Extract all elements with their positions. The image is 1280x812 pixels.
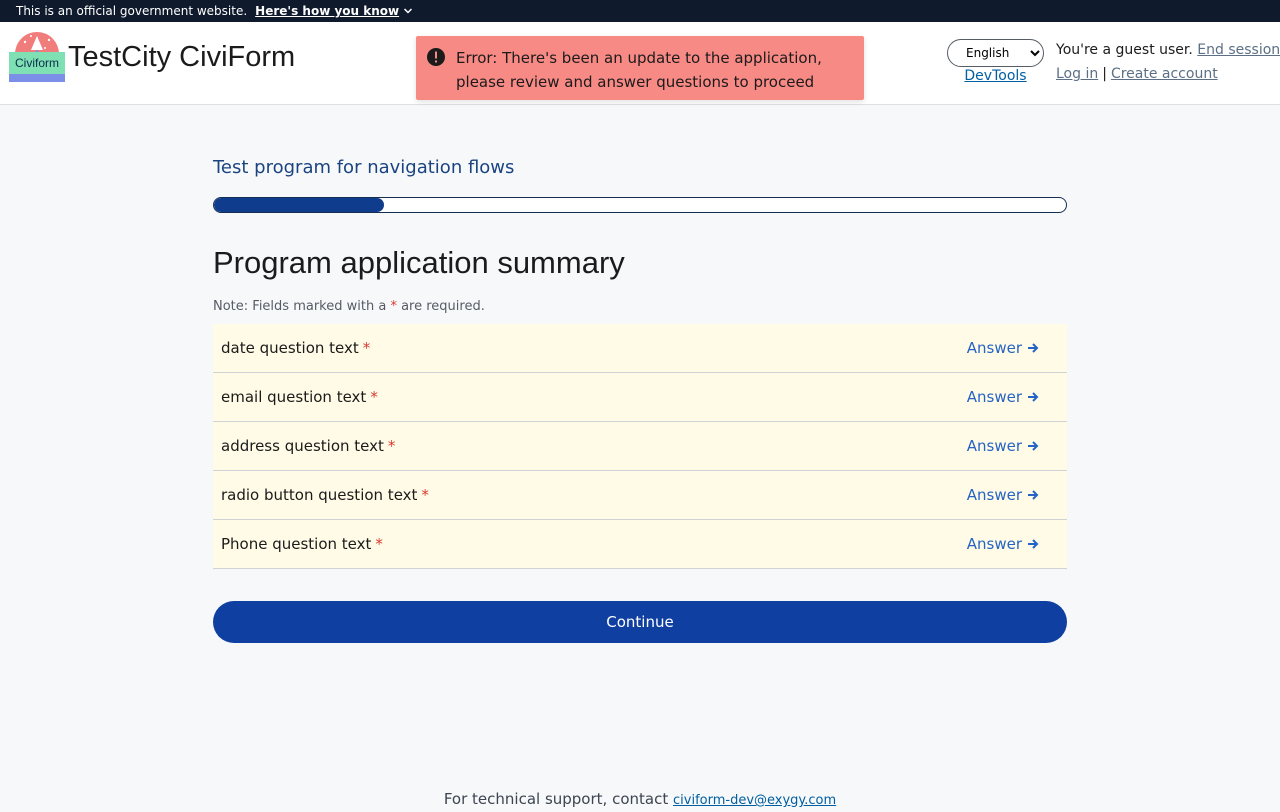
support-text: For technical support, contact — [443, 790, 669, 808]
site-header: Civiform TestCity CiviForm Error: There'… — [0, 22, 1280, 105]
required-note: Note: Fields marked with a * are require… — [213, 299, 1067, 314]
guest-status: You're a guest user. End session — [1056, 42, 1280, 58]
error-message: Error: There's been an update to the app… — [456, 49, 822, 91]
app-title: TestCity CiviForm — [68, 40, 296, 73]
required-asterisk: * — [387, 437, 396, 455]
gov-banner-text: This is an official government website. — [16, 4, 248, 18]
continue-button[interactable]: Continue — [213, 601, 1067, 643]
progress-fill — [214, 198, 385, 212]
question-text: radio button question text * — [221, 486, 429, 504]
arrow-right-icon — [1028, 343, 1039, 353]
question-label: radio button question text — [221, 486, 418, 504]
gov-banner: This is an official government website. … — [0, 0, 1280, 22]
guest-text: You're a guest user. — [1056, 42, 1193, 58]
answer-label: Answer — [966, 437, 1022, 455]
question-row: date question text * Answer — [213, 324, 1067, 373]
question-row: email question text * Answer — [213, 373, 1067, 422]
question-text: Phone question text * — [221, 535, 383, 553]
question-row: Phone question text * Answer — [213, 520, 1067, 569]
answer-label: Answer — [966, 486, 1022, 504]
required-asterisk: * — [362, 339, 371, 357]
required-asterisk: * — [375, 535, 383, 553]
error-alert: Error: There's been an update to the app… — [416, 36, 864, 100]
note-suffix: are required. — [401, 299, 485, 314]
brand[interactable]: Civiform TestCity CiviForm — [9, 30, 295, 82]
required-asterisk: * — [390, 299, 397, 314]
arrow-right-icon — [1028, 441, 1039, 451]
note-prefix: Note: Fields marked with a — [213, 299, 387, 314]
question-label: email question text — [221, 388, 367, 406]
answer-button[interactable]: Answer — [967, 388, 1040, 406]
how-you-know-label: Here's how you know — [255, 4, 400, 18]
main-content: Test program for navigation flows Progra… — [213, 105, 1067, 643]
answer-button[interactable]: Answer — [967, 535, 1040, 553]
question-list: date question text * Answer email questio… — [213, 324, 1067, 569]
arrow-right-icon — [1028, 539, 1039, 549]
login-link[interactable]: Log in — [1056, 66, 1098, 82]
how-you-know-button[interactable]: Here's how you know — [255, 4, 413, 18]
answer-button[interactable]: Answer — [967, 486, 1040, 504]
support-email-link[interactable]: civiform-dev@exygy.com — [673, 793, 836, 808]
civiform-logo: Civiform — [9, 30, 65, 82]
logo-word: Civiform — [9, 52, 65, 74]
chevron-down-icon — [404, 8, 413, 14]
devtools-link[interactable]: DevTools — [947, 68, 1044, 84]
footer: For technical support, contact civiform-… — [0, 790, 1280, 808]
answer-button[interactable]: Answer — [967, 339, 1040, 357]
language-select[interactable]: English — [947, 39, 1044, 67]
progress-bar — [213, 197, 1067, 213]
answer-label: Answer — [966, 535, 1022, 553]
create-account-link[interactable]: Create account — [1111, 66, 1218, 82]
question-row: radio button question text * Answer — [213, 471, 1067, 520]
question-label: address question text — [221, 437, 384, 455]
required-asterisk: * — [421, 486, 429, 504]
error-icon — [427, 48, 445, 66]
program-name: Test program for navigation flows — [213, 157, 515, 178]
answer-label: Answer — [966, 388, 1022, 406]
page-title: Program application summary — [213, 245, 625, 280]
question-row: address question text * Answer — [213, 422, 1067, 471]
question-label: Phone question text — [221, 535, 372, 553]
answer-label: Answer — [966, 339, 1022, 357]
question-text: address question text * — [221, 437, 395, 455]
arrow-right-icon — [1028, 490, 1039, 500]
answer-button[interactable]: Answer — [967, 437, 1040, 455]
required-asterisk: * — [370, 388, 378, 406]
auth-separator: | — [1102, 66, 1107, 82]
question-text: email question text * — [221, 388, 378, 406]
arrow-right-icon — [1028, 392, 1039, 402]
question-text: date question text * — [221, 339, 370, 357]
end-session-link[interactable]: End session — [1197, 42, 1280, 58]
question-label: date question text — [221, 339, 359, 357]
auth-links: Log in | Create account — [1056, 66, 1218, 82]
